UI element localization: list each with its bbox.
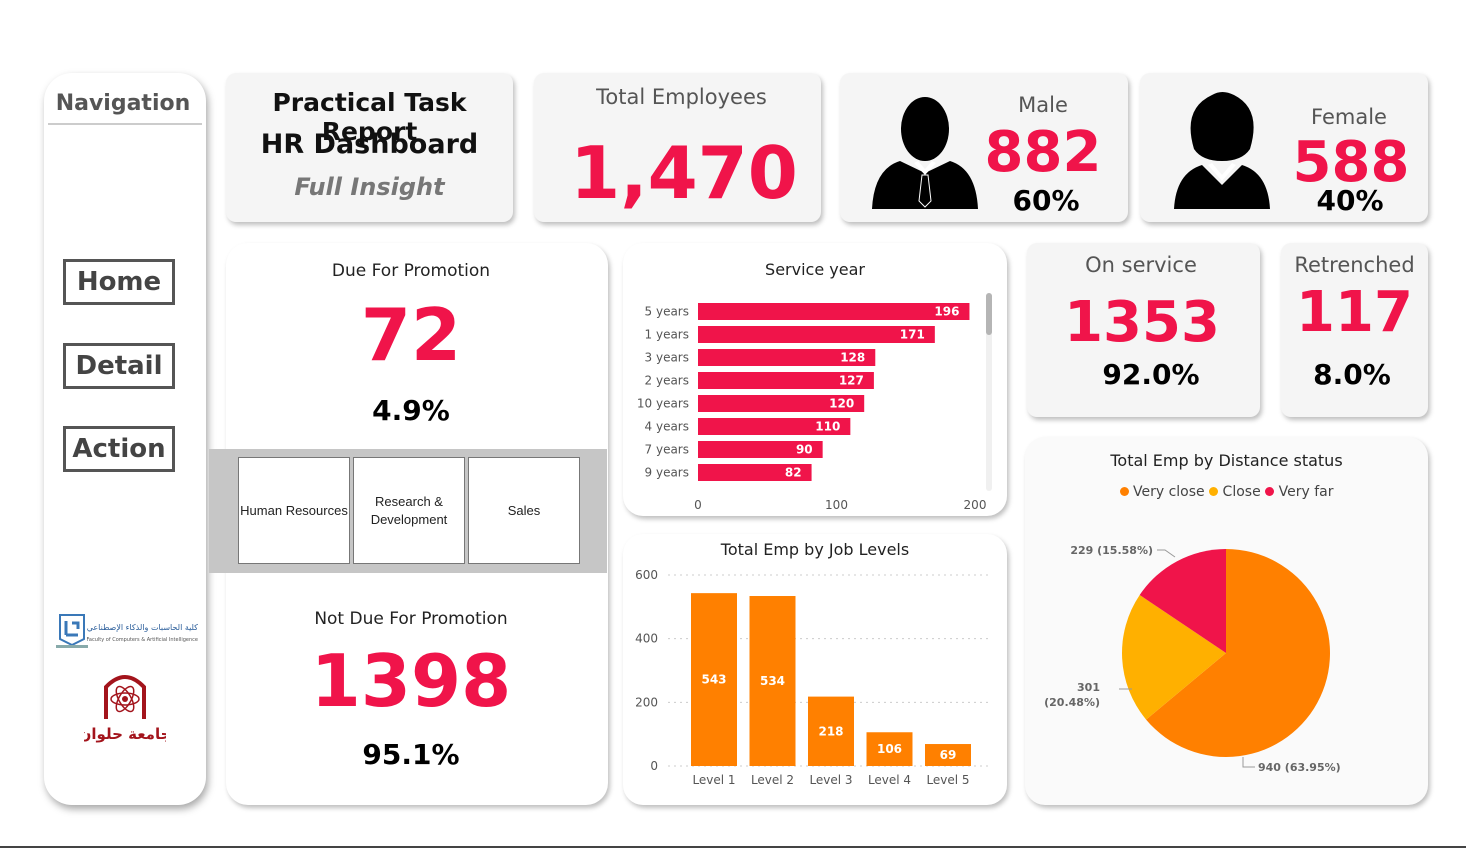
faculty-name-arabic: كلية الحاسبات والذكاء الإصطناعي [86,623,198,632]
due-for-promotion-label: Due For Promotion [331,261,491,281]
female-label: Female [1311,105,1387,129]
job-levels-category-label: Level 2 [751,773,794,787]
job-levels-chart: 0 200 400 600 543 Level 1 534 Level 2 218 Level 3… [635,568,991,787]
department-research-development[interactable]: Research & Development [353,457,465,564]
on-service-value: 1353 [1064,290,1220,355]
faculty-logo: كلية الحاسبات والذكاء الإصطناعي Faculty … [52,609,202,653]
service-year-bar-value: 110 [815,420,840,434]
service-year-bar-value: 128 [840,351,865,365]
female-percentage: 40% [1316,184,1384,217]
retrenched-value: 117 [1296,280,1413,345]
service-year-bar-value: 90 [796,443,813,457]
job-levels-bar-value: 543 [701,673,726,687]
service-year-bar-value: 82 [785,466,802,480]
job-levels-category-label: Level 1 [692,773,735,787]
male-card: Male 882 60% [840,73,1128,222]
on-service-percentage: 92.0% [1102,358,1200,391]
male-count: 882 [984,120,1102,185]
pie-leader-line [1242,757,1255,768]
service-year-category-label: 7 years [645,443,689,457]
service-year-tick-label: 200 [964,498,987,512]
service-year-bar-value: 171 [900,328,925,342]
department-human-resources[interactable]: Human Resources [238,457,350,564]
total-employees-label: Total Employees [596,85,767,109]
pie-label-close-value: 301 [1077,681,1100,694]
service-year-scrollbar[interactable] [986,293,992,335]
distance-status-chart-card: Total Emp by Distance status Very close … [1025,437,1428,805]
service-year-chart: 5 years 196 1 years 171 3 years 128 2 years 127… [637,293,992,512]
due-for-promotion-value: 72 [360,293,462,377]
report-title-card: Practical Task Report HR Dashboard Full … [226,73,513,222]
job-levels-bar-value: 534 [760,674,785,688]
not-due-for-promotion-label: Not Due For Promotion [314,609,508,629]
service-year-bar [698,303,970,320]
male-person-icon [872,97,978,209]
retrenched-card: Retrenched 117 8.0% [1281,243,1428,417]
service-year-category-label: 2 years [645,374,689,388]
page-bottom-divider [0,846,1466,848]
pie-leader-line [1157,549,1176,558]
job-levels-category-label: Level 3 [809,773,852,787]
service-year-category-label: 4 years [645,420,689,434]
dashboard-title: HR Dashboard [260,129,479,160]
on-service-label: On service [1085,253,1197,277]
service-year-tick-label: 100 [825,498,848,512]
service-year-category-label: 1 years [645,328,689,342]
pie-label-very-far: 229 (15.58%) [1070,544,1153,557]
department-sales[interactable]: Sales [468,457,580,564]
service-year-category-label: 3 years [645,351,689,365]
detail-button[interactable]: Detail [63,343,175,389]
female-card: Female 588 40% [1140,73,1428,222]
service-year-tick-label: 0 [694,498,702,512]
navigation-title: Navigation [55,91,191,116]
job-levels-bar-value: 69 [940,748,957,762]
service-year-bar-value: 120 [829,397,854,411]
faculty-name-english: Faculty of Computers & Artificial Intell… [86,637,199,643]
not-due-for-promotion-value: 1398 [310,639,512,723]
male-label: Male [1018,93,1068,117]
service-year-category-label: 9 years [645,466,689,480]
action-button[interactable]: Action [63,426,175,472]
service-year-category-label: 10 years [637,397,689,411]
distance-status-pie: 940 (63.95%) 301 (20.48%) 229 (15.58%) [1044,544,1341,774]
female-count: 588 [1292,130,1410,195]
navigation-panel: Navigation Home Detail Action كلية الحاس… [44,73,206,805]
service-year-bar-value: 196 [934,305,959,319]
job-levels-tick-label: 400 [635,632,658,646]
not-due-for-promotion-percentage: 95.1% [362,738,460,771]
male-percentage: 60% [1012,184,1080,217]
home-button[interactable]: Home [63,259,175,305]
job-levels-bar-value: 106 [877,742,902,756]
service-year-category-label: 5 years [645,305,689,319]
female-person-icon [1174,92,1270,209]
retrenched-label: Retrenched [1294,253,1415,277]
pie-label-close-percent: (20.48%) [1044,696,1100,709]
svg-text:جامعة حلوان: جامعة حلوان [84,725,166,743]
pie-label-very-close: 940 (63.95%) [1258,761,1341,774]
navigation-divider [48,123,202,125]
report-subtitle: Full Insight [294,173,445,201]
job-levels-tick-label: 200 [635,695,658,709]
job-levels-tick-label: 0 [650,759,658,773]
department-slicer: Human Resources Research & Development S… [209,449,607,573]
service-year-chart-card: Service year 5 years 196 1 years 171 3 years… [623,243,1007,516]
university-logo: جامعة حلوان [79,669,171,745]
job-levels-bar-value: 218 [818,724,843,738]
job-levels-chart-card: Total Emp by Job Levels 0 200 400 600 543 Lev… [623,534,1007,805]
retrenched-percentage: 8.0% [1313,358,1391,391]
service-year-bar-value: 127 [839,374,864,388]
total-employees-value: 1,470 [570,131,798,215]
job-levels-category-label: Level 4 [868,773,911,787]
university-emblem-icon: جامعة حلوان [79,675,171,743]
total-employees-card: Total Employees 1,470 [534,73,821,222]
job-levels-category-label: Level 5 [926,773,969,787]
job-levels-tick-label: 600 [635,568,658,582]
on-service-card: On service 1353 92.0% [1027,243,1260,417]
due-for-promotion-percentage: 4.9% [372,394,450,427]
